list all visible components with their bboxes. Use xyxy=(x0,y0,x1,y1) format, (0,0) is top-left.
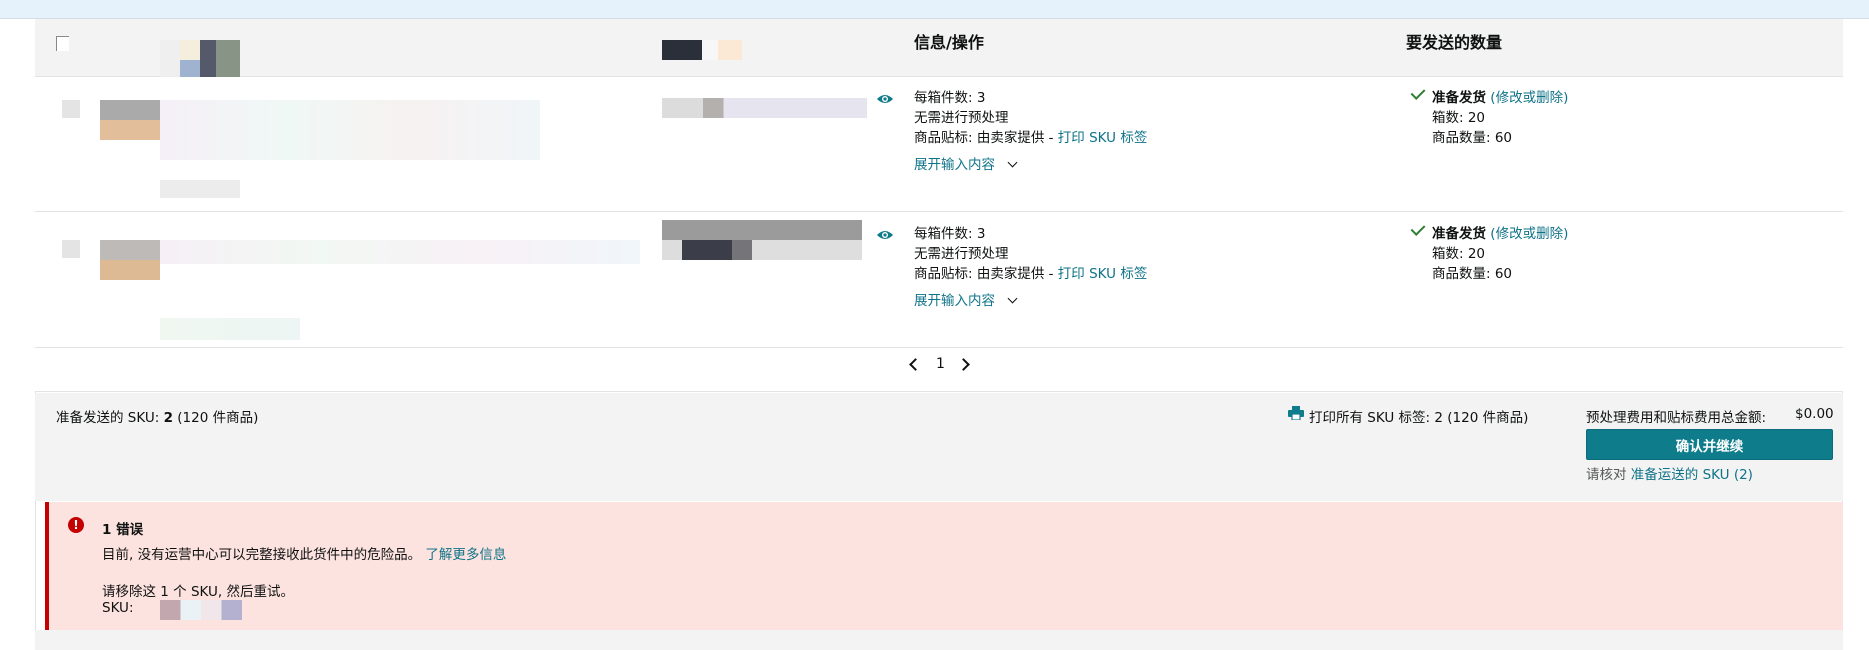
print-all-sku-labels-link[interactable]: 打印所有 SKU 标签: 2 (120 件商品) xyxy=(1309,406,1528,426)
redacted-product-title xyxy=(160,240,640,264)
modify-delete-link[interactable]: (修改或删除) xyxy=(1490,226,1568,242)
redacted-sku xyxy=(662,98,867,118)
row-checkbox[interactable] xyxy=(62,240,80,258)
column-header-quantity: 要发送的数量 xyxy=(1406,33,1503,52)
label-info: 商品贴标: 由卖家提供 - 打印 SKU 标签 xyxy=(914,126,1147,146)
sku-summary-units: (120 件商品) xyxy=(177,410,259,426)
sku-summary-label: 准备发送的 SKU: xyxy=(56,410,160,426)
printer-icon[interactable] xyxy=(1288,406,1304,421)
redacted-product-image xyxy=(100,100,160,140)
prep-info: 无需进行预处理 xyxy=(914,246,1009,262)
redacted-header-image xyxy=(160,40,240,80)
label-prefix: 商品贴标: 由卖家提供 - xyxy=(914,266,1058,282)
box-count: 箱数: 20 xyxy=(1432,110,1486,126)
view-eye-icon[interactable] xyxy=(876,93,894,105)
redacted-product-meta xyxy=(160,180,240,198)
sku-summary: 准备发送的 SKU: 2 (120 件商品) xyxy=(56,406,258,426)
units-per-box: 每箱件数: 3 xyxy=(914,90,986,106)
unit-count: 商品数量: 60 xyxy=(1432,266,1513,282)
ready-label: 准备发货 xyxy=(1432,226,1486,242)
expand-inputs-link[interactable]: 展开输入内容 xyxy=(914,289,1018,309)
units-per-box: 每箱件数: 3 xyxy=(914,226,986,242)
review-note: 请核对 准备运送的 SKU (2) xyxy=(1586,463,1753,483)
error-alert xyxy=(45,502,1843,630)
print-sku-label-link[interactable]: 打印 SKU 标签 xyxy=(1058,266,1148,282)
error-icon: ! xyxy=(68,517,84,533)
label-prefix: 商品贴标: 由卖家提供 - xyxy=(914,130,1058,146)
view-eye-icon[interactable] xyxy=(876,229,894,241)
sku-summary-count: 2 xyxy=(163,410,173,426)
learn-more-link[interactable]: 了解更多信息 xyxy=(425,547,506,563)
redacted-sku xyxy=(662,220,862,240)
error-sku-label: SKU: xyxy=(102,600,134,616)
ready-label: 准备发货 xyxy=(1432,90,1486,106)
redacted-sku xyxy=(662,240,862,260)
print-sku-label-link[interactable]: 打印 SKU 标签 xyxy=(1058,130,1148,146)
chevron-down-icon xyxy=(1007,293,1018,304)
redacted-header-text xyxy=(662,40,742,60)
review-skus-link[interactable]: 准备运送的 SKU (2) xyxy=(1631,467,1753,483)
confirm-continue-button[interactable]: 确认并继续 xyxy=(1586,429,1833,460)
redacted-error-sku xyxy=(160,600,242,620)
row-checkbox[interactable] xyxy=(62,100,80,118)
error-message-text: 目前, 没有运营中心可以完整接收此货件中的危险品。 xyxy=(102,547,422,563)
column-header-info: 信息/操作 xyxy=(914,33,984,52)
redacted-product-meta xyxy=(160,318,300,340)
review-prefix: 请核对 xyxy=(1586,467,1627,483)
chevron-down-icon xyxy=(1007,157,1018,168)
expand-label: 展开输入内容 xyxy=(914,157,995,173)
label-info: 商品贴标: 由卖家提供 - 打印 SKU 标签 xyxy=(914,262,1147,282)
summary-footer xyxy=(35,393,1843,501)
error-message: 目前, 没有运营中心可以完整接收此货件中的危险品。 了解更多信息 xyxy=(102,543,506,563)
fee-total-label: 预处理费用和贴标费用总金额: xyxy=(1586,410,1767,426)
prep-info: 无需进行预处理 xyxy=(914,110,1009,126)
error-remove-instruction: 请移除这 1 个 SKU, 然后重试。 xyxy=(102,584,294,600)
unit-count: 商品数量: 60 xyxy=(1432,130,1513,146)
ready-status: 准备发货 (修改或删除) xyxy=(1432,86,1568,106)
redacted-product-image xyxy=(100,240,160,280)
select-all-checkbox[interactable] xyxy=(56,36,69,51)
fee-total-value: $0.00 xyxy=(1795,406,1834,422)
redacted-product-title xyxy=(160,100,540,160)
page-bottom xyxy=(35,630,1843,650)
modify-delete-link[interactable]: (修改或删除) xyxy=(1490,90,1568,106)
ready-status: 准备发货 (修改或删除) xyxy=(1432,222,1568,242)
current-page[interactable]: 1 xyxy=(936,356,945,372)
error-title: 1 错误 xyxy=(102,522,144,538)
expand-label: 展开输入内容 xyxy=(914,293,995,309)
box-count: 箱数: 20 xyxy=(1432,246,1486,262)
expand-inputs-link[interactable]: 展开输入内容 xyxy=(914,153,1018,173)
top-banner-strip xyxy=(0,0,1869,19)
